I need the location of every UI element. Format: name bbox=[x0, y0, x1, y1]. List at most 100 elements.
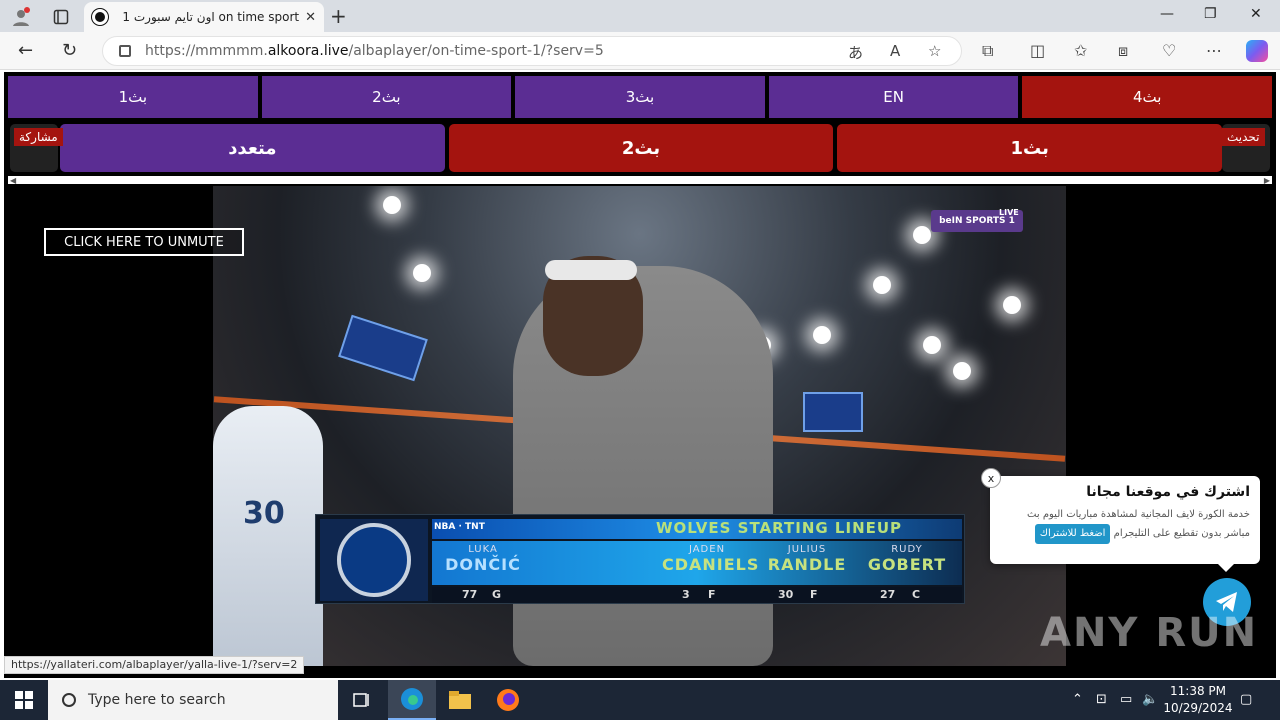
collections-icon[interactable]: ⧈ bbox=[1118, 41, 1128, 61]
server-button-4[interactable]: بث4 bbox=[1022, 76, 1272, 118]
network-icon[interactable]: ⊡ bbox=[1096, 692, 1107, 707]
page-content: بث1 بث2 بث3 EN بث4 متعدد بث2 بث1 مشاركة … bbox=[0, 70, 1280, 680]
taskbar: Type here to search ⌃ ⊡ ▭ 🔈 11:38 PM 10/… bbox=[0, 680, 1280, 720]
soccer-ball-icon bbox=[92, 9, 108, 25]
new-tab-button[interactable]: + bbox=[330, 4, 347, 28]
arena-light bbox=[813, 326, 831, 344]
split-screen-icon[interactable]: ◫ bbox=[1030, 41, 1045, 60]
lineup-player: LUKA DONČIĆ bbox=[438, 544, 528, 574]
stream-button-multi[interactable]: متعدد bbox=[60, 124, 445, 172]
clock-date: 10/29/2024 bbox=[1163, 701, 1233, 715]
popup-pointer bbox=[1218, 564, 1234, 572]
clock-time: 11:38 PM bbox=[1170, 684, 1226, 698]
arena-scoreboard bbox=[338, 314, 428, 382]
player-position: F bbox=[708, 588, 716, 601]
arena-light bbox=[1003, 296, 1021, 314]
scroll-left-icon[interactable]: ◀ bbox=[10, 176, 16, 185]
player-last-name: CDANIELS bbox=[662, 555, 760, 574]
task-view-icon[interactable] bbox=[338, 680, 386, 720]
extensions-icon[interactable]: ⧉ bbox=[982, 41, 993, 61]
arena-light bbox=[413, 264, 431, 282]
lock-icon bbox=[119, 45, 131, 57]
profile-icon[interactable] bbox=[10, 6, 32, 28]
lineup-names-band: LUKA DONČIĆ JADEN CDANIELS JULIUS RANDLE… bbox=[432, 541, 962, 585]
live-label: LIVE bbox=[999, 208, 1019, 217]
refresh-label: تحديث bbox=[1222, 128, 1265, 146]
lineup-header: WOLVES STARTING LINEUP bbox=[656, 519, 903, 537]
player-frame: بث1 بث2 بث3 EN بث4 متعدد بث2 بث1 مشاركة … bbox=[4, 72, 1276, 678]
url-path: /albaplayer/on-time-sport-1/?serv=5 bbox=[348, 43, 604, 59]
player-position: G bbox=[492, 588, 502, 601]
start-button[interactable] bbox=[0, 680, 48, 720]
windows-logo-icon bbox=[15, 691, 33, 709]
arena-light bbox=[923, 336, 941, 354]
player-first-name: RUDY bbox=[891, 544, 923, 555]
stream-button-2[interactable]: بث2 bbox=[448, 124, 834, 172]
lineup-player: RUDY GOBERT bbox=[862, 544, 952, 574]
search-icon bbox=[62, 693, 76, 707]
browser-essentials-icon[interactable]: ♡ bbox=[1162, 41, 1176, 60]
minimize-icon[interactable]: — bbox=[1160, 6, 1174, 22]
server-button-2[interactable]: بث2 bbox=[261, 76, 512, 118]
favorite-star-icon[interactable]: ☆ bbox=[928, 42, 941, 60]
server-button-1[interactable]: بث1 bbox=[8, 76, 258, 118]
video-player[interactable]: 30 beIN SPORTS 1 LIVE NBA · TNT WOLVES S… bbox=[213, 186, 1066, 666]
server-button-en[interactable]: EN bbox=[768, 76, 1019, 118]
lineup-stats-band: 77 G 3 F 30 F 27 C bbox=[432, 587, 962, 603]
arena-light bbox=[913, 226, 931, 244]
share-label: مشاركة bbox=[14, 128, 63, 146]
subscribe-button[interactable]: اضغط للاشتراك bbox=[1034, 524, 1111, 544]
restore-icon[interactable]: ❐ bbox=[1204, 6, 1217, 22]
popup-close-button[interactable]: x bbox=[981, 468, 1001, 488]
player-last-name: RANDLE bbox=[767, 555, 847, 574]
player-last-name: DONČIĆ bbox=[445, 555, 521, 574]
player-position: F bbox=[810, 588, 818, 601]
player-number: 77 bbox=[462, 588, 478, 601]
taskbar-clock[interactable]: 11:38 PM 10/29/2024 bbox=[1160, 683, 1236, 717]
window-close-icon[interactable]: ✕ bbox=[1250, 6, 1262, 22]
server-button-3[interactable]: بث3 bbox=[515, 76, 765, 118]
anyrun-watermark: ANY RUN bbox=[1040, 610, 1259, 656]
arena-scoreboard bbox=[803, 392, 863, 432]
reload-icon[interactable]: ↻ bbox=[62, 40, 77, 61]
arena-light bbox=[873, 276, 891, 294]
horizontal-scrollbar[interactable]: ◀ ▶ bbox=[8, 176, 1272, 185]
more-menu-icon[interactable]: ⋯ bbox=[1206, 41, 1222, 60]
monitor-icon[interactable]: ▭ bbox=[1120, 692, 1132, 707]
stream-buttons-row: متعدد بث2 بث1 bbox=[60, 124, 1223, 172]
file-explorer-icon[interactable] bbox=[436, 680, 484, 720]
player-figure-left bbox=[213, 406, 323, 666]
arena-light bbox=[953, 362, 971, 380]
url-domain: alkoora.live bbox=[267, 43, 349, 59]
tray-chevron-icon[interactable]: ⌃ bbox=[1072, 692, 1083, 707]
favorites-icon[interactable]: ✩ bbox=[1074, 41, 1087, 60]
player-position: C bbox=[912, 588, 921, 601]
headband bbox=[545, 260, 637, 280]
player-number: 3 bbox=[682, 588, 690, 601]
firefox-icon[interactable] bbox=[484, 680, 532, 720]
notifications-icon[interactable]: ▢ bbox=[1240, 692, 1252, 707]
active-tab[interactable]: اون تايم سبورت 1 on time sport ✕ bbox=[84, 2, 324, 32]
popup-heading: اشترك في موقعنا مجانا bbox=[1086, 484, 1250, 500]
unmute-button[interactable]: CLICK HERE TO UNMUTE bbox=[44, 228, 244, 256]
player-first-name: JADEN bbox=[688, 544, 726, 555]
subscribe-popup: اشترك في موقعنا مجانا خدمة الكورة لايف ا… bbox=[990, 476, 1260, 564]
edge-taskbar-icon[interactable] bbox=[388, 680, 436, 720]
tab-close-button[interactable]: ✕ bbox=[305, 10, 316, 25]
back-arrow-icon[interactable]: ← bbox=[18, 40, 33, 61]
taskbar-search-input[interactable]: Type here to search bbox=[48, 680, 338, 720]
server-buttons-row: بث1 بث2 بث3 EN بث4 bbox=[8, 76, 1272, 118]
translate-icon[interactable]: あ bbox=[848, 42, 863, 63]
lineup-player: JULIUS RANDLE bbox=[762, 544, 852, 574]
tab-actions-icon[interactable] bbox=[50, 6, 72, 28]
read-aloud-icon[interactable]: A bbox=[890, 42, 900, 60]
popup-text: خدمة الكورة لايف المجانية لمشاهدة مباريا… bbox=[1000, 506, 1250, 544]
stream-button-1[interactable]: بث1 bbox=[837, 124, 1223, 172]
scroll-right-icon[interactable]: ▶ bbox=[1264, 176, 1270, 185]
address-bar-row: ← ↻ https://mmmmm. alkoora.live/albaplaye… bbox=[0, 32, 1280, 70]
player-number: 30 bbox=[778, 588, 794, 601]
url-input[interactable]: https://mmmmm. alkoora.live/albaplayer/on… bbox=[102, 36, 962, 66]
copilot-icon[interactable] bbox=[1246, 40, 1268, 62]
tab-title: اون تايم سبورت 1 on time sport bbox=[122, 10, 300, 24]
volume-icon[interactable]: 🔈 bbox=[1142, 692, 1158, 707]
